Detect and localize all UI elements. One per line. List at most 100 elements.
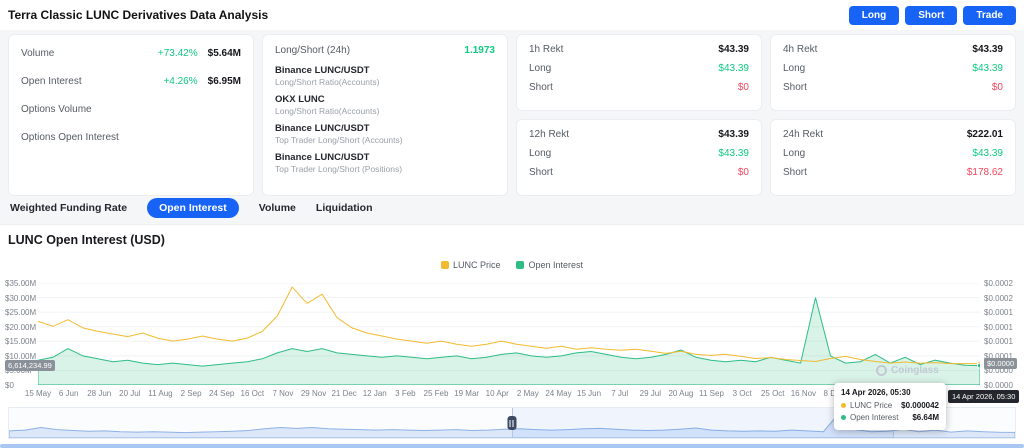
rekt-short-value: $0 <box>991 82 1003 93</box>
tab-weighted-funding-rate[interactable]: Weighted Funding Rate <box>10 202 127 214</box>
x-axis-tick: 12 Jan <box>362 389 387 398</box>
x-axis-tick: 24 May <box>545 389 572 398</box>
x-axis-tick: 2 Sep <box>180 389 202 398</box>
stat-row-options-open-interest[interactable]: Options Open Interest <box>21 132 241 143</box>
rekt-total: $43.39 <box>718 129 749 140</box>
x-axis-tick: 24 Sep <box>209 389 235 398</box>
rekt-short-label: Short <box>529 167 553 178</box>
rekt-long-label: Long <box>529 63 552 74</box>
current-price-badge: $0.0000 <box>984 358 1018 369</box>
rekt-title: 1h Rekt <box>529 44 564 55</box>
rekt-short-value: $0 <box>737 167 749 178</box>
y-axis-left-tick: $25.00M <box>5 308 37 318</box>
rekt-long-label: Long <box>529 148 552 159</box>
y-axis-right-tick: $0.0001 <box>984 308 1013 318</box>
header-buttons: Long Short Trade <box>848 5 1016 25</box>
rekt-short-label: Short <box>783 82 807 93</box>
ls-item-binance-top-trader-positions[interactable]: Binance LUNC/USDT Top Trader Long/Short … <box>275 152 495 174</box>
stat-row-volume[interactable]: Volume +73.42% $5.64M <box>21 48 241 59</box>
legend-item-open-interest[interactable]: Open Interest <box>516 260 583 270</box>
x-axis-tick: 3 Feb <box>395 389 416 398</box>
rekt-long-label: Long <box>783 148 806 159</box>
rekt-column-2: 4h Rekt $43.39 Long $43.39 Short $0 24h Rek… <box>770 34 1016 196</box>
ls-item-binance-top-trader-accounts[interactable]: Binance LUNC/USDT Top Trader Long/Short … <box>275 123 495 145</box>
rekt-long-value: $43.39 <box>972 148 1003 159</box>
rekt-card-1h: 1h Rekt $43.39 Long $43.39 Short $0 <box>516 34 762 111</box>
horizontal-scrollbar[interactable] <box>0 444 1024 448</box>
x-axis-tick: 7 Jul <box>611 389 629 398</box>
x-axis-tick: 10 Apr <box>485 389 509 398</box>
rekt-short-value: $178.62 <box>966 167 1003 178</box>
rekt-long-label: Long <box>783 63 806 74</box>
tab-liquidation[interactable]: Liquidation <box>316 202 373 214</box>
y-axis-right-tick: $0.0001 <box>984 322 1013 332</box>
tab-open-interest[interactable]: Open Interest <box>147 198 239 218</box>
x-axis-tick: 20 Jul <box>119 389 141 398</box>
rekt-long-value: $43.39 <box>972 63 1003 74</box>
stat-value: $5.64M <box>207 48 241 59</box>
y-axis-right-tick: $0.0002 <box>984 293 1013 303</box>
x-axis-tick: 16 Nov <box>790 389 817 398</box>
x-axis-tick: 28 Jun <box>87 389 112 398</box>
x-axis-tick: 16 Oct <box>240 389 265 398</box>
x-axis-tick: 29 Jul <box>639 389 661 398</box>
main-chart-svg <box>38 283 980 385</box>
x-axis-tick: 11 Aug <box>148 389 173 398</box>
trade-button[interactable]: Trade <box>963 5 1016 25</box>
x-axis-tick: 25 Oct <box>760 389 785 398</box>
rekt-long-value: $43.39 <box>718 148 749 159</box>
stat-label: Options Volume <box>21 104 92 115</box>
y-axis-left-tick: $15.00M <box>5 337 37 347</box>
rekt-card-4h: 4h Rekt $43.39 Long $43.39 Short $0 <box>770 34 1016 111</box>
rekt-card-12h: 12h Rekt $43.39 Long $43.39 Short $0 <box>516 119 762 196</box>
tab-volume[interactable]: Volume <box>259 202 296 214</box>
short-button[interactable]: Short <box>905 5 958 25</box>
rekt-title: 4h Rekt <box>783 44 818 55</box>
x-axis-tick: 21 Dec <box>331 389 357 398</box>
coinglass-watermark: Coinglass <box>876 365 939 376</box>
long-button[interactable]: Long <box>848 5 900 25</box>
chart-legend: LUNC Price Open Interest <box>0 260 1024 270</box>
stat-row-open-interest[interactable]: Open Interest +4.26% $6.95M <box>21 76 241 87</box>
x-axis-tick: 2 May <box>516 389 539 398</box>
stat-row-options-volume[interactable]: Options Volume <box>21 104 241 115</box>
summary-cards: Volume +73.42% $5.64M Open Interest +4.26… <box>8 34 1016 196</box>
rekt-card-24h: 24h Rekt $222.01 Long $43.39 Short $178.62 <box>770 119 1016 196</box>
x-axis-tick: 11 Sep <box>699 389 724 398</box>
y-axis-right-tick: $0.0002 <box>984 279 1013 288</box>
navigator-left-handle-icon[interactable] <box>507 416 517 430</box>
ls-item-okx-accounts[interactable]: OKX LUNC Long/Short Ratio(Accounts) <box>275 94 495 116</box>
long-short-card: Long/Short (24h) 1.1973 Binance LUNC/USD… <box>262 34 508 196</box>
legend-item-lunc-price[interactable]: LUNC Price <box>440 260 500 270</box>
hover-marker-dot <box>977 362 980 369</box>
x-axis-tick: 15 May <box>24 389 52 398</box>
long-short-header: Long/Short (24h) 1.1973 <box>275 45 495 56</box>
long-short-ratio-value: 1.1973 <box>464 45 495 56</box>
stat-value: $6.95M <box>207 76 241 87</box>
x-axis-tick: 29 Nov <box>300 389 327 398</box>
page-header: Terra Classic LUNC Derivatives Data Anal… <box>0 0 1024 30</box>
volume-stats-card: Volume +73.42% $5.64M Open Interest +4.26… <box>8 34 254 196</box>
rekt-column-1: 1h Rekt $43.39 Long $43.39 Short $0 12h Rek… <box>516 34 762 196</box>
ls-item-binance-accounts[interactable]: Binance LUNC/USDT Long/Short Ratio(Accou… <box>275 65 495 87</box>
x-axis-tick: 6 Jun <box>58 389 79 398</box>
rekt-total: $43.39 <box>718 44 749 55</box>
chart-plot-area[interactable] <box>38 283 980 385</box>
x-axis-tick: 7 Nov <box>272 389 294 398</box>
y-axis-left: 6,614,234.99 $35.00M $30.00M $25.00M $20.00… <box>5 279 55 390</box>
rekt-short-value: $0 <box>737 82 749 93</box>
page-title: Terra Classic LUNC Derivatives Data Anal… <box>8 8 269 22</box>
rekt-title: 12h Rekt <box>529 129 570 140</box>
current-open-interest-badge: 6,614,234.99 <box>5 360 55 371</box>
x-axis-tick: 19 Mar <box>454 389 480 398</box>
x-axis-tick: 3 Oct <box>732 389 752 398</box>
rekt-short-label: Short <box>783 167 807 178</box>
coinglass-logo-icon <box>876 365 887 376</box>
long-short-label: Long/Short (24h) <box>275 45 351 56</box>
chart-tooltip: 14 Apr 2026, 05:30 LUNC Price $0.000042 … <box>834 383 946 430</box>
stat-label: Volume <box>21 48 55 59</box>
y-axis-right-tick: $0.0001 <box>984 337 1013 347</box>
open-interest-dot-icon <box>841 415 846 420</box>
rekt-total: $222.01 <box>966 129 1003 140</box>
tooltip-row-price: LUNC Price $0.000042 <box>841 401 939 410</box>
